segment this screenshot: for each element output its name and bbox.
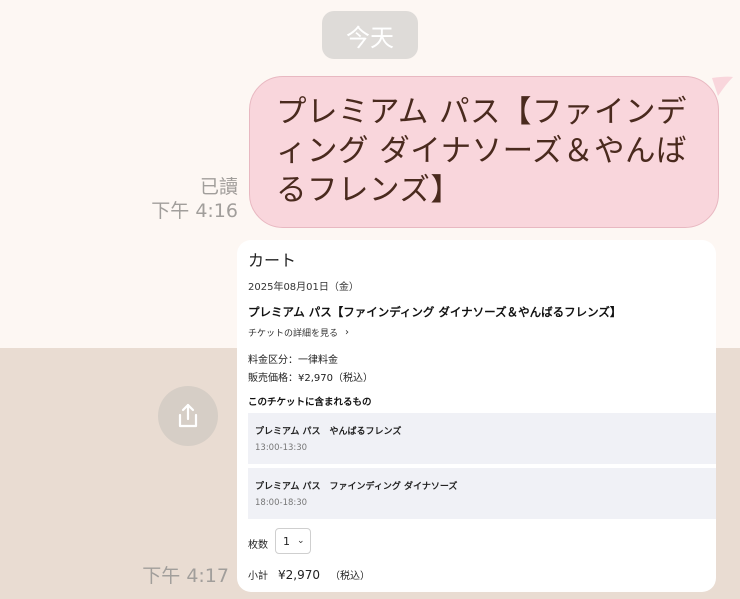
share-icon (178, 403, 198, 428)
subtotal: 小計 ¥2,970 （税込） (248, 567, 370, 582)
message-timestamp: 下午 4:16 (151, 200, 238, 222)
chevron-right-icon: › (345, 327, 350, 338)
included-item-time: 13:00-13:30 (255, 443, 308, 453)
ticket-details-link[interactable]: チケットの詳細を見る › (248, 326, 349, 339)
included-item-name: プレミアム パス ファインディング ダイナソーズ (255, 482, 458, 492)
included-item: プレミアム パス やんばるフレンズ 13:00-13:30 (248, 413, 716, 464)
chevron-down-icon: ⌄ (297, 536, 305, 546)
quantity-value: 1 (283, 534, 290, 548)
quantity-select[interactable]: 1 ⌄ (275, 528, 311, 554)
subtotal-label: 小計 (248, 571, 268, 582)
message-bubble[interactable]: プレミアム パス【ファインディング ダイナソーズ＆やんばるフレンズ】 (249, 76, 719, 228)
message-timestamp: 下午 4:17 (142, 565, 229, 587)
sale-price: 販売価格：¥2,970（税込） (248, 373, 373, 384)
included-heading: このチケットに含まれるもの (248, 397, 372, 408)
ticket-details-label: チケットの詳細を見る (248, 329, 339, 339)
bubble-tail (712, 76, 733, 96)
message-text: プレミアム パス【ファインディング ダイナソーズ＆やんばるフレンズ】 (276, 95, 688, 208)
included-item-time: 18:00-18:30 (255, 498, 308, 508)
quantity-label: 枚数 (248, 540, 268, 551)
visit-date: 2025年08月01日（金） (248, 282, 359, 293)
subtotal-tax: （税込） (330, 571, 370, 582)
included-item: プレミアム パス ファインディング ダイナソーズ 18:00-18:30 (248, 468, 716, 519)
share-button[interactable] (158, 386, 218, 446)
read-status: 已讀 (199, 176, 238, 198)
date-divider: 今天 (322, 11, 418, 59)
ticket-name: プレミアム パス【ファインディング ダイナソーズ＆やんばるフレンズ】 (248, 305, 622, 319)
included-item-name: プレミアム パス やんばるフレンズ (255, 427, 402, 437)
price-category: 料金区分：一律料金 (248, 355, 338, 366)
cart-screenshot-card[interactable]: カート 2025年08月01日（金） プレミアム パス【ファインディング ダイナ… (237, 240, 716, 592)
cart-title: カート (248, 251, 297, 270)
subtotal-amount: ¥2,970 (278, 568, 320, 582)
